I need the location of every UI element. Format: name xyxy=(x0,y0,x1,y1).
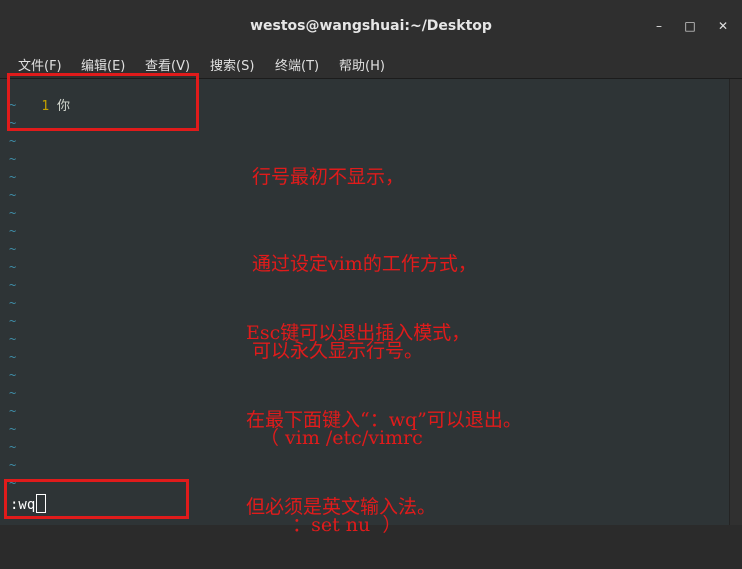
tilde-marker: ~ xyxy=(9,242,17,256)
tilde-marker: ~ xyxy=(9,170,17,184)
tilde-marker: ~ xyxy=(9,350,17,364)
tilde-marker: ~ xyxy=(9,296,17,310)
tilde-marker: ~ xyxy=(9,152,17,166)
tilde-marker: ~ xyxy=(9,278,17,292)
annotation-text: 在最下面键入“：wq”可以退出。 xyxy=(246,409,522,431)
tilde-marker: ~ xyxy=(9,368,17,382)
tilde-marker: ~ xyxy=(9,206,17,220)
tilde-marker: ~ xyxy=(9,260,17,274)
tilde-marker: ~ xyxy=(9,440,17,454)
highlight-box-command xyxy=(4,479,189,519)
maximize-button[interactable]: □ xyxy=(683,19,697,33)
tilde-marker: ~ xyxy=(9,422,17,436)
highlight-box-line-number xyxy=(7,73,199,131)
tilde-marker: ~ xyxy=(9,386,17,400)
tilde-marker: ~ xyxy=(9,458,17,472)
tilde-marker: ~ xyxy=(9,404,17,418)
menu-view[interactable]: 查看(V) xyxy=(145,55,190,74)
tilde-marker: ~ xyxy=(9,224,17,238)
annotation-text: 行号最初不显示， xyxy=(252,166,405,188)
menu-edit[interactable]: 编辑(E) xyxy=(81,55,125,74)
title-bar: westos@wangshuai:~/Desktop – □ ✕ xyxy=(0,0,742,50)
menu-search[interactable]: 搜索(S) xyxy=(210,55,254,74)
window-title: westos@wangshuai:~/Desktop xyxy=(250,18,492,34)
tilde-marker: ~ xyxy=(9,314,17,328)
tilde-marker: ~ xyxy=(9,134,17,148)
menu-terminal[interactable]: 终端(T) xyxy=(275,55,319,74)
close-button[interactable]: ✕ xyxy=(716,19,730,33)
scrollbar[interactable] xyxy=(729,79,742,525)
annotation-exit: Esc键可以退出插入模式， 在最下面键入“：wq”可以退出。 但必须是英文输入法… xyxy=(246,261,522,551)
menu-file[interactable]: 文件(F) xyxy=(18,55,62,74)
minimize-button[interactable]: – xyxy=(652,19,666,33)
annotation-text: 但必须是英文输入法。 xyxy=(246,496,437,518)
annotation-text: Esc键可以退出插入模式， xyxy=(246,322,471,344)
tilde-marker: ~ xyxy=(9,332,17,346)
menu-help[interactable]: 帮助(H) xyxy=(339,55,385,74)
tilde-marker: ~ xyxy=(9,188,17,202)
